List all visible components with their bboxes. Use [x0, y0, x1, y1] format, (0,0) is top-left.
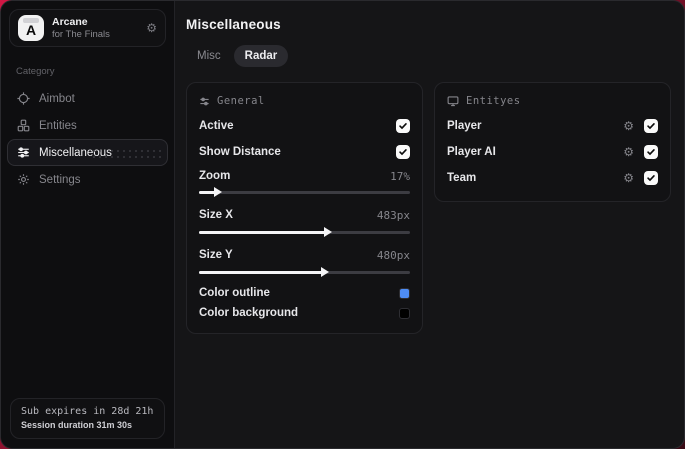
show-distance-checkbox[interactable]	[396, 145, 410, 159]
sidebar-item-label: Miscellaneous	[39, 146, 112, 159]
sidebar-item-aimbot[interactable]: Aimbot	[7, 85, 168, 112]
player-checkbox[interactable]	[644, 119, 658, 133]
setting-row-color-outline: Color outline	[199, 283, 410, 303]
general-panel-icon	[200, 97, 209, 105]
color-background-swatch[interactable]	[399, 307, 410, 319]
size-x-slider-thumb[interactable]	[323, 227, 332, 237]
setting-label: Size X	[199, 209, 233, 221]
zoom-slider[interactable]	[199, 187, 410, 197]
team-checkbox[interactable]	[644, 171, 658, 185]
crosshair-icon	[17, 92, 30, 105]
sub-expires-text: Sub expires in 28d 21h	[21, 406, 154, 417]
size-y-slider[interactable]	[199, 267, 410, 277]
sliders-icon	[18, 147, 29, 158]
check-icon	[647, 175, 655, 182]
setting-row-color-background: Color background	[199, 303, 410, 323]
main-content: Miscellaneous Misc Radar General Active	[175, 1, 684, 448]
active-checkbox[interactable]	[396, 119, 410, 133]
entities-panel-title: Entityes	[466, 95, 521, 107]
setting-label: Zoom	[199, 170, 231, 182]
entities-panel: Entityes Player ⚙ Player AI ⚙ Team ⚙	[434, 82, 671, 202]
sidebar-item-label: Entities	[39, 119, 77, 132]
monitor-icon	[447, 96, 459, 107]
setting-row-zoom: Zoom 17%	[199, 165, 410, 187]
sidebar-item-entities[interactable]: Entities	[7, 112, 168, 139]
boxes-icon	[17, 119, 30, 132]
entity-label: Player AI	[447, 146, 496, 158]
sidebar-nav: Aimbot Entities Miscellaneous Settings	[1, 85, 174, 193]
zoom-value: 17%	[390, 169, 410, 183]
app-name: Arcane	[52, 16, 88, 28]
tab-misc[interactable]: Misc	[186, 45, 232, 67]
entity-row-player-ai: Player AI ⚙	[447, 139, 658, 165]
player-ai-checkbox[interactable]	[644, 145, 658, 159]
gear-icon	[18, 174, 29, 185]
entity-row-team: Team ⚙	[447, 165, 658, 191]
team-settings-icon[interactable]: ⚙	[623, 172, 634, 184]
player-settings-icon[interactable]: ⚙	[623, 120, 634, 132]
sidebar-item-label: Settings	[39, 173, 81, 186]
setting-row-show-distance: Show Distance	[199, 139, 410, 165]
entity-label: Player	[447, 120, 482, 132]
size-x-slider[interactable]	[199, 227, 410, 237]
setting-row-size-x: Size X 483px	[199, 203, 410, 227]
entity-label: Team	[447, 172, 477, 184]
session-duration-text: Session duration 31m 30s	[21, 420, 133, 430]
setting-label: Show Distance	[199, 146, 281, 158]
general-panel-title: General	[217, 95, 265, 107]
size-y-value: 480px	[376, 248, 410, 262]
subscription-status-card: Sub expires in 28d 21h Session duration …	[10, 398, 165, 439]
app-settings-icon[interactable]: ⚙	[146, 22, 157, 34]
page-title: Miscellaneous	[186, 17, 281, 32]
sidebar-item-miscellaneous[interactable]: Miscellaneous	[7, 139, 168, 166]
size-x-value: 483px	[376, 208, 410, 222]
app-subtitle: for The Finals	[52, 29, 110, 40]
category-label: Category	[16, 66, 55, 77]
sidebar: A Arcane for The Finals ⚙ Category Aimbo…	[1, 1, 175, 448]
check-icon	[647, 123, 655, 130]
app-logo: A	[18, 15, 44, 41]
size-y-slider-thumb[interactable]	[321, 267, 330, 277]
setting-label: Color outline	[199, 287, 270, 299]
check-icon	[647, 149, 655, 156]
check-icon	[399, 149, 407, 156]
tab-bar: Misc Radar	[186, 45, 671, 67]
setting-label: Active	[199, 120, 234, 132]
zoom-slider-thumb[interactable]	[213, 187, 222, 197]
app-window: A Arcane for The Finals ⚙ Category Aimbo…	[0, 0, 685, 449]
player-ai-settings-icon[interactable]: ⚙	[623, 146, 634, 158]
setting-label: Color background	[199, 307, 299, 319]
setting-row-size-y: Size Y 480px	[199, 243, 410, 267]
tab-radar[interactable]: Radar	[233, 45, 289, 67]
app-header-card: A Arcane for The Finals ⚙	[9, 9, 166, 47]
color-outline-swatch[interactable]	[399, 287, 410, 299]
sidebar-item-settings[interactable]: Settings	[7, 166, 168, 193]
setting-label: Size Y	[199, 249, 233, 261]
entity-row-player: Player ⚙	[447, 113, 658, 139]
setting-row-active: Active	[199, 113, 410, 139]
check-icon	[399, 123, 407, 130]
general-panel: General Active Show Distance Zoom 17% Si…	[186, 82, 423, 334]
sidebar-item-label: Aimbot	[39, 92, 75, 105]
